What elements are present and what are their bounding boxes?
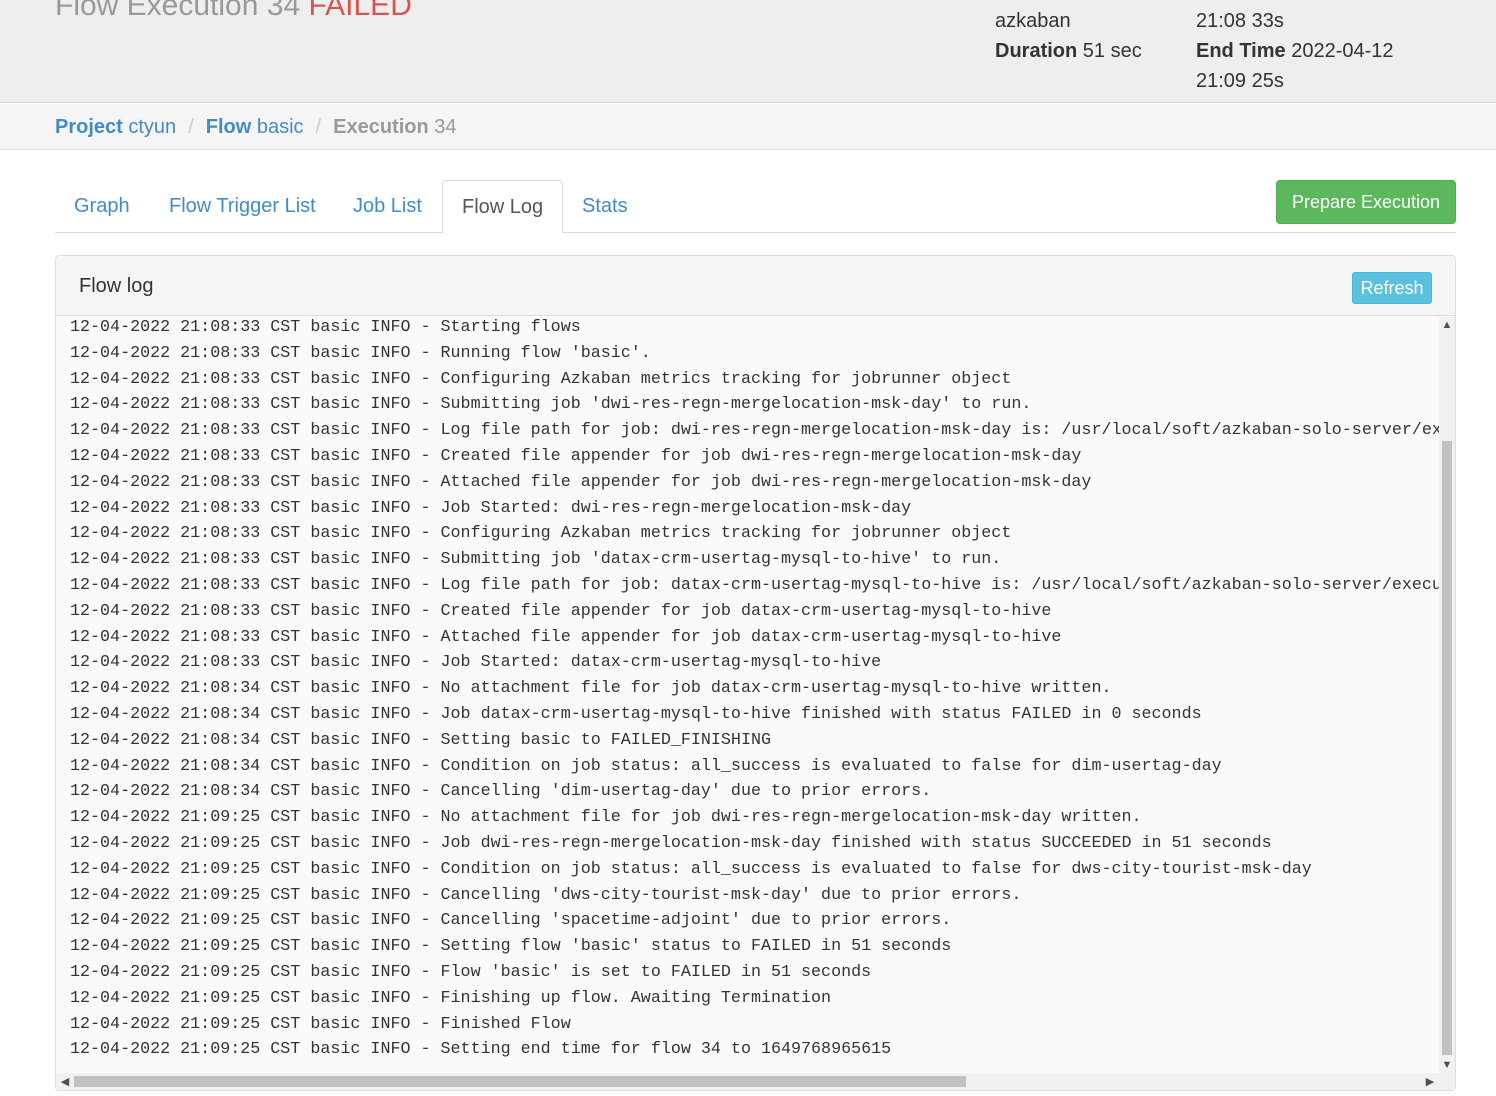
log-line: 12-04-2022 21:08:33 CST basic INFO - Job… bbox=[70, 653, 882, 673]
log-line: 12-04-2022 21:09:25 CST basic INFO - Job… bbox=[70, 833, 1272, 853]
breadcrumb-execution: Execution 34 bbox=[333, 116, 456, 138]
log-line: 12-04-2022 21:09:25 CST basic INFO - Can… bbox=[70, 911, 952, 931]
log-line: 12-04-2022 21:08:33 CST basic INFO - Sub… bbox=[70, 550, 1002, 570]
submit-user: azkaban bbox=[995, 10, 1071, 32]
log-line: 12-04-2022 21:09:25 CST basic INFO - Set… bbox=[70, 937, 952, 957]
log-line: 12-04-2022 21:09:25 CST basic INFO - No … bbox=[70, 808, 1142, 828]
execution-status: FAILED bbox=[308, 0, 412, 22]
refresh-button[interactable]: Refresh bbox=[1352, 272, 1432, 304]
log-line: 12-04-2022 21:09:25 CST basic INFO - Set… bbox=[70, 1040, 892, 1060]
log-line: 12-04-2022 21:08:33 CST basic INFO - Sta… bbox=[70, 318, 581, 337]
breadcrumb-project-value: ctyun bbox=[128, 116, 177, 138]
duration-value: 51 sec bbox=[1082, 40, 1142, 62]
breadcrumb-separator: / bbox=[188, 116, 194, 138]
duration: Duration 51 sec bbox=[995, 36, 1142, 66]
breadcrumb-flow-value: basic bbox=[256, 116, 304, 138]
flow-log-panel: Flow log Refresh 12-04-2022 21:08:33 CST… bbox=[55, 255, 1456, 1091]
log-line: 12-04-2022 21:09:25 CST basic INFO - Fin… bbox=[70, 1014, 571, 1034]
log-line: 12-04-2022 21:08:34 CST basic INFO - Con… bbox=[70, 756, 1222, 776]
log-line: 12-04-2022 21:09:25 CST basic INFO - Flo… bbox=[70, 962, 872, 982]
log-line: 12-04-2022 21:08:33 CST basic INFO - Att… bbox=[70, 472, 1092, 492]
tab-job-list[interactable]: Job List bbox=[334, 180, 441, 233]
execution-tabs: Graph Flow Trigger List Job List Flow Lo… bbox=[55, 180, 1456, 234]
log-line: 12-04-2022 21:08:33 CST basic INFO - Run… bbox=[70, 343, 651, 363]
log-line: 12-04-2022 21:08:33 CST basic INFO - Cre… bbox=[70, 446, 1082, 466]
log-line: 12-04-2022 21:08:33 CST basic INFO - Cre… bbox=[70, 601, 1052, 621]
log-line: 12-04-2022 21:09:25 CST basic INFO - Fin… bbox=[70, 988, 832, 1008]
breadcrumb-project[interactable]: Project ctyun bbox=[55, 116, 176, 138]
end-time-label: End Time bbox=[1196, 40, 1286, 62]
horizontal-scroll-thumb[interactable] bbox=[74, 1076, 966, 1087]
breadcrumb: Project ctyun / Flow basic / Execution 34 bbox=[0, 104, 1496, 150]
horizontal-scrollbar[interactable]: ◀ ▶ bbox=[56, 1073, 1439, 1090]
chevron-right-icon[interactable]: ▶ bbox=[1422, 1076, 1438, 1088]
breadcrumb-execution-label: Execution bbox=[333, 116, 429, 138]
breadcrumb-flow[interactable]: Flow basic bbox=[206, 116, 304, 138]
start-time: 21:08 33s bbox=[1196, 10, 1284, 32]
log-line: 12-04-2022 21:08:33 CST basic INFO - Att… bbox=[70, 627, 1062, 647]
chevron-left-icon[interactable]: ◀ bbox=[57, 1076, 73, 1088]
end-time: End Time 2022-04-12 bbox=[1196, 36, 1394, 66]
execution-header: Flow Execution 34 FAILED azkaban 21:08 3… bbox=[0, 0, 1496, 103]
duration-label: Duration bbox=[995, 40, 1078, 62]
log-lines: 12-04-2022 21:08:33 CST basic INFO - Sta… bbox=[70, 317, 1439, 1063]
prepare-execution-button[interactable]: Prepare Execution bbox=[1276, 180, 1456, 224]
tab-flow-trigger-list[interactable]: Flow Trigger List bbox=[150, 180, 335, 233]
page-title: Flow Execution 34 FAILED bbox=[55, 0, 412, 24]
breadcrumb-project-label: Project bbox=[55, 116, 123, 138]
tab-graph[interactable]: Graph bbox=[55, 180, 149, 233]
log-line: 12-04-2022 21:09:25 CST basic INFO - Can… bbox=[70, 885, 1022, 905]
log-line: 12-04-2022 21:08:33 CST basic INFO - Con… bbox=[70, 524, 1012, 544]
breadcrumb-flow-label: Flow bbox=[205, 116, 252, 138]
flow-log-content[interactable]: 12-04-2022 21:08:33 CST basic INFO - Sta… bbox=[56, 317, 1439, 1073]
log-line: 12-04-2022 21:08:33 CST basic INFO - Job… bbox=[70, 498, 912, 518]
breadcrumb-execution-value: 34 bbox=[434, 116, 457, 138]
tab-stats[interactable]: Stats bbox=[563, 180, 647, 233]
panel-heading: Flow log Refresh bbox=[56, 256, 1455, 316]
chevron-up-icon[interactable]: ▲ bbox=[1439, 319, 1455, 331]
breadcrumb-separator: / bbox=[315, 116, 322, 138]
log-line: 12-04-2022 21:08:34 CST basic INFO - Can… bbox=[70, 782, 932, 802]
log-line: 12-04-2022 21:08:34 CST basic INFO - Job… bbox=[70, 704, 1202, 724]
end-time-clock: 21:09 25s bbox=[1196, 70, 1284, 92]
log-line: 12-04-2022 21:08:34 CST basic INFO - No … bbox=[70, 679, 1112, 699]
log-line: 12-04-2022 21:08:33 CST basic INFO - Sub… bbox=[70, 395, 1032, 415]
scrollbar-corner bbox=[1439, 1073, 1455, 1090]
flow-execution-label: Flow Execution 34 bbox=[55, 0, 301, 22]
log-line: 12-04-2022 21:08:33 CST basic INFO - Con… bbox=[70, 369, 1012, 389]
end-time-date: 2022-04-12 bbox=[1291, 40, 1394, 62]
tab-flow-log[interactable]: Flow Log bbox=[442, 180, 564, 234]
vertical-scroll-thumb[interactable] bbox=[1442, 441, 1452, 1055]
chevron-down-icon[interactable]: ▼ bbox=[1439, 1059, 1455, 1071]
vertical-scrollbar[interactable]: ▲ ▼ bbox=[1439, 317, 1455, 1073]
log-line: 12-04-2022 21:08:33 CST basic INFO - Log… bbox=[70, 575, 1439, 595]
log-line: 12-04-2022 21:08:34 CST basic INFO - Set… bbox=[70, 730, 771, 750]
log-line: 12-04-2022 21:08:33 CST basic INFO - Log… bbox=[70, 421, 1439, 441]
panel-title: Flow log bbox=[79, 275, 154, 297]
log-line: 12-04-2022 21:09:25 CST basic INFO - Con… bbox=[70, 859, 1312, 879]
